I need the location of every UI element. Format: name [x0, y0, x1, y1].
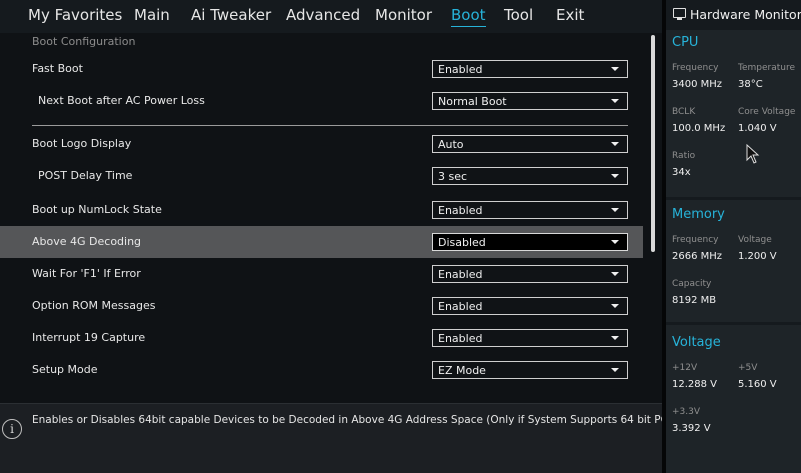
boot-logo-dropdown[interactable]: Auto [432, 135, 628, 153]
chevron-down-icon [611, 304, 619, 308]
cpu-temperature-value: 38°C [738, 79, 763, 90]
setting-label: Fast Boot [32, 62, 83, 75]
cpu-frequency-label: Frequency [672, 63, 719, 73]
voltage-section: Voltage +12V 12.288 V +5V 5.160 V +3.3V … [666, 325, 801, 473]
tab-boot[interactable]: Boot [451, 6, 486, 27]
bclk-label: BCLK [672, 107, 696, 117]
v12-value: 12.288 V [672, 379, 718, 390]
fast-boot-dropdown[interactable]: Enabled [432, 60, 628, 78]
dropdown-value: Auto [438, 138, 464, 151]
bclk-value: 100.0 MHz [672, 123, 726, 134]
memory-title: Memory [672, 207, 725, 222]
dropdown-value: Disabled [438, 236, 486, 249]
help-bar: i Enables or Disables 64bit capable Devi… [0, 403, 731, 473]
cpu-temperature-label: Temperature [738, 63, 796, 73]
chevron-down-icon [611, 240, 619, 244]
setting-label: Above 4G Decoding [32, 235, 142, 248]
dropdown-value: Normal Boot [438, 95, 507, 108]
capacity-value: 8192 MB [672, 295, 717, 306]
chevron-down-icon [611, 272, 619, 276]
core-voltage-value: 1.040 V [738, 123, 777, 134]
setting-row-above-4g-decoding[interactable]: Above 4G Decoding Disabled [0, 226, 643, 258]
numlock-dropdown[interactable]: Enabled [432, 201, 628, 219]
v33-value: 3.392 V [672, 423, 711, 434]
tab-advanced[interactable]: Advanced [286, 6, 360, 24]
dropdown-value: 3 sec [438, 170, 468, 183]
setting-row-post-delay-time[interactable]: POST Delay Time 3 sec [0, 160, 643, 192]
above-4g-decoding-dropdown[interactable]: Disabled [432, 233, 628, 251]
tab-main[interactable]: Main [134, 6, 170, 24]
dropdown-value: Enabled [438, 63, 483, 76]
setting-row-next-boot-ac-power-loss[interactable]: Next Boot after AC Power Loss Normal Boo… [0, 85, 643, 117]
chevron-down-icon [611, 67, 619, 71]
setting-label: Boot up NumLock State [32, 203, 162, 216]
capacity-label: Capacity [672, 279, 712, 289]
setting-row-numlock-state[interactable]: Boot up NumLock State Enabled [0, 194, 643, 226]
cpu-title: CPU [672, 35, 699, 50]
memory-frequency-label: Frequency [672, 235, 719, 245]
section-title: Boot Configuration [32, 35, 136, 48]
setting-label: POST Delay Time [38, 169, 133, 182]
v33-label: +3.3V [672, 407, 701, 417]
chevron-down-icon [611, 142, 619, 146]
memory-section: Memory Frequency 2666 MHz Voltage 1.200 … [666, 200, 801, 322]
hardware-monitor-title: Hardware Monitor [690, 7, 801, 22]
hardware-monitor-panel: Hardware Monitor CPU Frequency 3400 MHz … [662, 0, 801, 473]
voltage-title: Voltage [672, 335, 721, 350]
monitor-icon [673, 8, 686, 20]
chevron-down-icon [611, 99, 619, 103]
info-icon: i [2, 419, 22, 439]
v5-label: +5V [738, 363, 758, 373]
interrupt-19-dropdown[interactable]: Enabled [432, 329, 628, 347]
option-rom-dropdown[interactable]: Enabled [432, 297, 628, 315]
hardware-monitor-header: Hardware Monitor [666, 0, 801, 32]
help-text: Enables or Disables 64bit capable Device… [32, 414, 732, 426]
chevron-down-icon [611, 368, 619, 372]
chevron-down-icon [611, 208, 619, 212]
setup-mode-dropdown[interactable]: EZ Mode [432, 361, 628, 379]
setting-row-boot-logo-display[interactable]: Boot Logo Display Auto [0, 128, 643, 160]
ratio-label: Ratio [672, 151, 696, 161]
wait-f1-dropdown[interactable]: Enabled [432, 265, 628, 283]
setting-row-interrupt-19-capture[interactable]: Interrupt 19 Capture Enabled [0, 322, 643, 354]
top-nav: My Favorites Main Ai Tweaker Advanced Mo… [0, 0, 662, 33]
setting-label: Option ROM Messages [32, 299, 156, 312]
memory-voltage-label: Voltage [738, 235, 772, 245]
setting-label: Wait For 'F1' If Error [32, 267, 141, 280]
tab-exit[interactable]: Exit [556, 6, 584, 24]
setting-label: Setup Mode [32, 363, 98, 376]
dropdown-value: Enabled [438, 332, 483, 345]
memory-frequency-value: 2666 MHz [672, 251, 723, 262]
divider [32, 125, 628, 126]
setting-row-option-rom-messages[interactable]: Option ROM Messages Enabled [0, 290, 643, 322]
dropdown-value: Enabled [438, 300, 483, 313]
cpu-section: CPU Frequency 3400 MHz Temperature 38°C … [666, 30, 801, 197]
dropdown-value: Enabled [438, 268, 483, 281]
v5-value: 5.160 V [738, 379, 777, 390]
tab-tool[interactable]: Tool [504, 6, 533, 24]
setting-label: Interrupt 19 Capture [32, 331, 146, 344]
v12-label: +12V [672, 363, 698, 373]
post-delay-dropdown[interactable]: 3 sec [432, 167, 628, 185]
next-boot-dropdown[interactable]: Normal Boot [432, 92, 628, 110]
setting-row-fast-boot[interactable]: Fast Boot Enabled [0, 53, 643, 85]
dropdown-value: Enabled [438, 204, 483, 217]
memory-voltage-value: 1.200 V [738, 251, 777, 262]
setting-label: Next Boot after AC Power Loss [38, 94, 205, 107]
core-voltage-label: Core Voltage [738, 107, 796, 117]
tab-my-favorites[interactable]: My Favorites [28, 6, 122, 24]
setting-row-setup-mode[interactable]: Setup Mode EZ Mode [0, 354, 643, 386]
dropdown-value: EZ Mode [438, 364, 486, 377]
tab-monitor[interactable]: Monitor [375, 6, 432, 24]
chevron-down-icon [611, 174, 619, 178]
tab-ai-tweaker[interactable]: Ai Tweaker [191, 6, 271, 24]
ratio-value: 34x [672, 167, 691, 178]
scrollbar[interactable] [651, 35, 655, 252]
setting-row-wait-for-f1[interactable]: Wait For 'F1' If Error Enabled [0, 258, 643, 290]
mouse-pointer-icon [746, 144, 760, 164]
chevron-down-icon [611, 336, 619, 340]
cpu-frequency-value: 3400 MHz [672, 79, 723, 90]
setting-label: Boot Logo Display [32, 137, 132, 150]
